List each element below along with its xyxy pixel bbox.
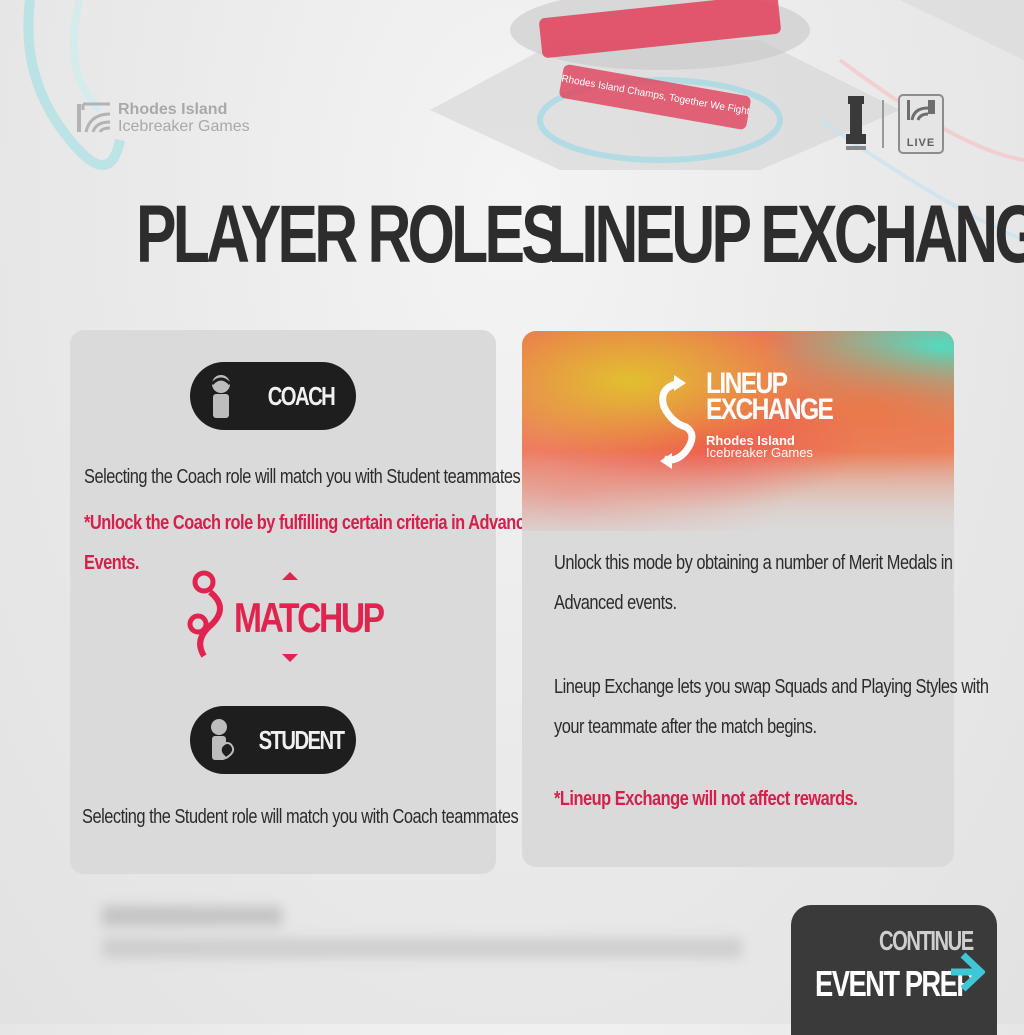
blurred-footer-text	[98, 900, 748, 980]
lineup-swap-text-1: Lineup Exchange lets you swap Squads and…	[554, 676, 989, 698]
lineup-rewards-note: *Lineup Exchange will not affect rewards…	[554, 788, 858, 810]
matchup-label: MATCHUP	[234, 594, 385, 641]
brand-line1: Rhodes Island	[118, 101, 228, 118]
lineup-logo-line2: EXCHANGE	[706, 393, 834, 426]
lineup-exchange-title: LINEUP EXCHANGE	[548, 189, 1024, 280]
rhodes-island-logo-icon	[77, 102, 111, 133]
live-badge[interactable]: LIVE	[898, 94, 944, 154]
chess-rook-icon[interactable]	[844, 94, 868, 154]
brand-logo: Rhodes Island Icebreaker Games	[76, 100, 250, 136]
student-icon	[211, 719, 235, 760]
coach-role-button[interactable]: COACH	[190, 362, 356, 430]
lineup-unlock-text-1: Unlock this mode by obtaining a number o…	[554, 552, 953, 574]
top-right-icons: LIVE	[844, 94, 944, 154]
swap-arrows-icon	[659, 375, 696, 469]
student-role-button[interactable]: STUDENT	[190, 706, 356, 774]
lineup-swap-text-2: your teammate after the match begins.	[554, 716, 817, 738]
student-description: Selecting the Student role will match yo…	[82, 806, 554, 828]
live-logo-icon	[907, 100, 935, 121]
matchup-logo: MATCHUP	[180, 568, 385, 668]
continue-event-prep-button[interactable]: CONTINUE EVENT PREP	[791, 905, 997, 1035]
arena-ring-text: Rhodes Island Champs, Together We Fight	[560, 73, 751, 118]
student-label: STUDENT	[258, 724, 345, 755]
coach-label: COACH	[267, 380, 336, 411]
live-label: LIVE	[906, 137, 936, 149]
lineup-logo-sub2: Icebreaker Games	[706, 445, 813, 460]
coach-description: Selecting the Coach role will match you …	[84, 466, 556, 488]
player-roles-title: PLAYER ROLES	[136, 189, 562, 280]
lineup-unlock-text-2: Advanced events.	[554, 592, 677, 614]
brand-line2: Icebreaker Games	[118, 118, 250, 135]
coach-unlock-note-2: Events.	[84, 552, 139, 574]
coach-unlock-note-1: *Unlock the Coach role by fulfilling cer…	[84, 512, 543, 534]
coach-icon	[210, 375, 232, 418]
lineup-exchange-logo: LINEUP EXCHANGE Rhodes Island Icebreaker…	[650, 369, 850, 471]
divider	[882, 100, 884, 148]
arrow-right-icon	[951, 952, 985, 992]
